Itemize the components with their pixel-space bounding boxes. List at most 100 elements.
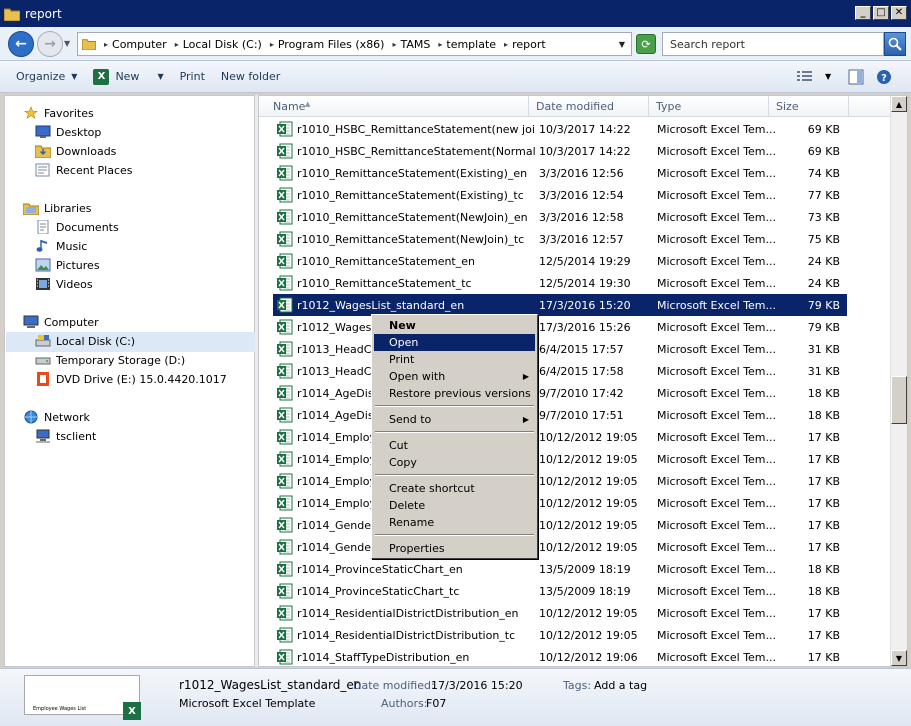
- refresh-button[interactable]: ⟳: [636, 34, 656, 54]
- details-tags-input[interactable]: Add a tag: [594, 679, 647, 692]
- nav-temporary-storage[interactable]: Temporary Storage (D:): [35, 351, 185, 369]
- forward-button[interactable]: →: [37, 31, 63, 57]
- menu-item-restore-previous-versions[interactable]: Restore previous versions: [374, 385, 535, 402]
- file-row[interactable]: r1014_Employee 10/12/2012 19:05 Microsoft …: [273, 470, 847, 492]
- nav-downloads[interactable]: Downloads: [35, 142, 116, 160]
- file-row[interactable]: r1014_GenderD 10/12/2012 19:05 Microsoft E…: [273, 536, 847, 558]
- excel-template-icon: [277, 165, 293, 181]
- change-view-button[interactable]: [796, 69, 814, 83]
- file-row[interactable]: r1014_ProvinceStaticChart_tc 13/5/2009 18…: [273, 580, 847, 602]
- file-row[interactable]: r1010_RemittanceStatement_tc 12/5/2014 19…: [273, 272, 847, 294]
- file-row[interactable]: r1014_ResidentialDistrictDistribution_tc…: [273, 624, 847, 646]
- file-row[interactable]: r1014_Employee 10/12/2012 19:05 Microsoft …: [273, 492, 847, 514]
- scroll-down-button[interactable]: ▼: [891, 650, 907, 666]
- minimize-button[interactable]: _: [855, 6, 871, 20]
- maximize-button[interactable]: □: [873, 6, 889, 20]
- menu-item-send-to[interactable]: Send to ▶: [374, 411, 535, 428]
- nav-computer[interactable]: Computer: [23, 313, 99, 331]
- menu-item-open[interactable]: Open: [374, 334, 535, 351]
- file-row[interactable]: r1014_StaffTypeDistribution_en 10/12/2012…: [273, 646, 847, 668]
- nav-music[interactable]: Music: [35, 237, 87, 255]
- menu-item-create-shortcut[interactable]: Create shortcut: [374, 480, 535, 497]
- breadcrumb-arrow-icon[interactable]: ▸: [104, 40, 108, 49]
- file-row[interactable]: r1013_HeadCou 6/4/2015 17:57 Microsoft Exc…: [273, 338, 847, 360]
- nav-recent-places[interactable]: Recent Places: [35, 161, 133, 179]
- file-row[interactable]: r1013_HeadCou 6/4/2015 17:58 Microsoft Exc…: [273, 360, 847, 382]
- file-row[interactable]: r1014_AgeDistri 9/7/2010 17:51 Microsoft E…: [273, 404, 847, 426]
- nav-local-disk[interactable]: Local Disk (C:): [35, 332, 135, 350]
- file-size: 17 KB: [807, 430, 840, 444]
- nav-videos[interactable]: Videos: [35, 275, 93, 293]
- print-button[interactable]: Print: [172, 65, 213, 89]
- file-row[interactable]: r1014_Employee 10/12/2012 19:05 Microsoft …: [273, 448, 847, 470]
- menu-item-open-with[interactable]: Open with ▶: [374, 368, 535, 385]
- breadcrumb-arrow-icon[interactable]: ▸: [504, 40, 508, 49]
- breadcrumb-template[interactable]: template: [446, 38, 496, 51]
- vertical-scrollbar[interactable]: ▲ ▼: [890, 96, 907, 666]
- file-row[interactable]: r1010_HSBC_RemittanceStatement(new join)…: [273, 118, 847, 140]
- scroll-up-button[interactable]: ▲: [891, 96, 907, 112]
- column-header-size[interactable]: Size: [769, 96, 849, 117]
- breadcrumb-program-files[interactable]: Program Files (x86): [278, 38, 385, 51]
- nav-network[interactable]: Network: [23, 408, 90, 426]
- command-bar: Organize ▼ X New ▼ Print New folder ▼ ?: [0, 61, 911, 93]
- nav-favorites[interactable]: Favorites: [23, 104, 94, 122]
- file-list-pane[interactable]: Name ▲ Date modified Type Size r1010_HSBC…: [258, 95, 908, 667]
- nav-libraries[interactable]: Libraries: [23, 199, 92, 217]
- search-button[interactable]: [884, 32, 906, 56]
- file-row[interactable]: r1014_GenderD 10/12/2012 19:05 Microsoft E…: [273, 514, 847, 536]
- menu-item-copy[interactable]: Copy: [374, 454, 535, 471]
- file-row[interactable]: r1014_Employee 10/12/2012 19:05 Microsoft …: [273, 426, 847, 448]
- breadcrumb-tams[interactable]: TAMS: [401, 38, 431, 51]
- column-header-type[interactable]: Type: [649, 96, 769, 117]
- breadcrumb-computer[interactable]: Computer: [112, 38, 167, 51]
- details-authors-value[interactable]: F07: [426, 697, 446, 710]
- address-bar[interactable]: ▸ Computer ▸ Local Disk (C:) ▸ Program File…: [77, 32, 632, 56]
- file-row[interactable]: r1010_RemittanceStatement(Existing)_tc 3/…: [273, 184, 847, 206]
- nav-dvd-drive[interactable]: DVD Drive (E:) 15.0.4420.1017: [35, 370, 227, 388]
- new-folder-button[interactable]: New folder: [213, 65, 288, 89]
- column-header-date[interactable]: Date modified: [529, 96, 649, 117]
- nav-tsclient[interactable]: tsclient: [35, 427, 96, 445]
- scroll-thumb[interactable]: [891, 376, 907, 424]
- search-input[interactable]: Search report: [662, 32, 884, 56]
- file-row[interactable]: r1014_AgeDistri 9/7/2010 17:42 Microsoft E…: [273, 382, 847, 404]
- navigation-pane[interactable]: Favorites Desktop Downloads Recent Place…: [4, 95, 255, 667]
- file-row[interactable]: r1010_RemittanceStatement(NewJoin)_en 3/3…: [273, 206, 847, 228]
- file-row[interactable]: r1010_HSBC_RemittanceStatement(Normal) 10…: [273, 140, 847, 162]
- breadcrumb-local-disk[interactable]: Local Disk (C:): [183, 38, 262, 51]
- breadcrumb-arrow-icon[interactable]: ▸: [438, 40, 442, 49]
- menu-item-delete[interactable]: Delete: [374, 497, 535, 514]
- file-row[interactable]: r1014_ResidentialDistrictDistribution_en…: [273, 602, 847, 624]
- nav-pictures[interactable]: Pictures: [35, 256, 100, 274]
- file-row[interactable]: r1010_RemittanceStatement_en 12/5/2014 19…: [273, 250, 847, 272]
- menu-item-properties[interactable]: Properties: [374, 540, 535, 557]
- title-bar[interactable]: report _ □ ✕: [0, 0, 911, 27]
- menu-item-cut[interactable]: Cut: [374, 437, 535, 454]
- help-button[interactable]: ?: [876, 69, 892, 85]
- new-button[interactable]: X New ▼: [85, 65, 171, 89]
- breadcrumb-report[interactable]: report: [512, 38, 546, 51]
- nav-desktop[interactable]: Desktop: [35, 123, 101, 141]
- menu-item-rename[interactable]: Rename: [374, 514, 535, 531]
- preview-pane-button[interactable]: [848, 69, 864, 85]
- menu-item-print[interactable]: Print: [374, 351, 535, 368]
- breadcrumb-arrow-icon[interactable]: ▸: [270, 40, 274, 49]
- file-row[interactable]: r1012_WagesLis 17/3/2016 15:26 Microsoft E…: [273, 316, 847, 338]
- organize-button[interactable]: Organize ▼: [8, 65, 85, 89]
- file-row[interactable]: r1012_WagesList_standard_en 17/3/2016 15:…: [273, 294, 847, 316]
- column-header-name[interactable]: Name ▲: [259, 96, 529, 117]
- excel-template-icon: [277, 143, 293, 159]
- file-row[interactable]: r1010_RemittanceStatement(NewJoin)_tc 3/3…: [273, 228, 847, 250]
- back-button[interactable]: ←: [8, 31, 34, 57]
- breadcrumb-arrow-icon[interactable]: ▸: [175, 40, 179, 49]
- close-button[interactable]: ✕: [891, 6, 907, 20]
- address-dropdown-icon[interactable]: ▼: [619, 40, 625, 49]
- more-views-dropdown[interactable]: ▼: [825, 72, 831, 81]
- file-row[interactable]: r1014_ProvinceStaticChart_en 13/5/2009 18…: [273, 558, 847, 580]
- recent-pages-dropdown[interactable]: ▼: [64, 39, 70, 48]
- menu-item-new[interactable]: New: [374, 317, 535, 334]
- breadcrumb-arrow-icon[interactable]: ▸: [392, 40, 396, 49]
- nav-documents[interactable]: Documents: [35, 218, 119, 236]
- file-row[interactable]: r1010_RemittanceStatement(Existing)_en 3/…: [273, 162, 847, 184]
